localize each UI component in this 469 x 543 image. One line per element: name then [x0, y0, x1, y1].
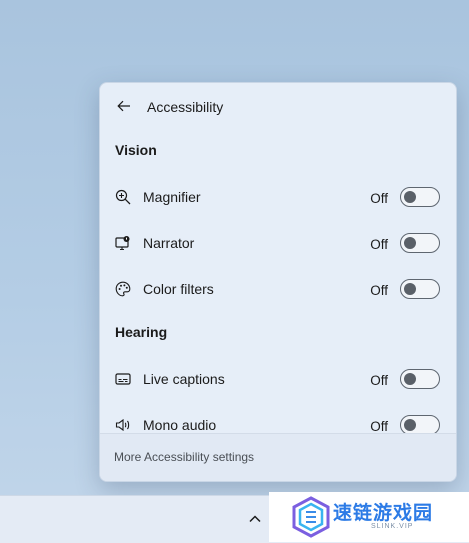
setting-row-narrator: Narrator Off: [100, 226, 456, 260]
magnifier-icon: [114, 188, 132, 206]
back-arrow-icon: [117, 100, 130, 112]
flyout-footer: More Accessibility settings: [100, 433, 456, 481]
more-accessibility-settings-link[interactable]: More Accessibility settings: [114, 450, 254, 464]
watermark: 速链游戏园 SLINK.VIP: [269, 492, 469, 542]
setting-label: Narrator: [143, 235, 195, 251]
accessibility-flyout: Accessibility Vision Magnifier Off Narra…: [99, 82, 457, 482]
mono-audio-toggle[interactable]: [400, 415, 440, 435]
chevron-up-icon[interactable]: [246, 511, 264, 527]
live-captions-toggle[interactable]: [400, 369, 440, 389]
watermark-text: 速链游戏园: [333, 503, 434, 524]
setting-label: Mono audio: [143, 417, 217, 433]
setting-label: Magnifier: [143, 189, 201, 205]
flyout-header: Accessibility: [100, 83, 456, 129]
section-title-hearing: Hearing: [115, 324, 168, 340]
watermark-logo: [292, 496, 330, 538]
toggle-knob: [404, 283, 416, 295]
magnifier-toggle[interactable]: [400, 187, 440, 207]
setting-state: Off: [370, 191, 388, 206]
live-captions-icon: [114, 370, 132, 388]
setting-row-color-filters: Color filters Off: [100, 272, 456, 306]
section-title-vision: Vision: [115, 142, 157, 158]
color-filters-icon: [114, 280, 132, 298]
mono-audio-icon: [114, 416, 132, 434]
color-filters-toggle[interactable]: [400, 279, 440, 299]
setting-state: Off: [370, 237, 388, 252]
flyout-title: Accessibility: [147, 99, 224, 115]
setting-row-magnifier: Magnifier Off: [100, 180, 456, 214]
toggle-knob: [404, 419, 416, 431]
toggle-knob: [404, 237, 416, 249]
narrator-toggle[interactable]: [400, 233, 440, 253]
toggle-knob: [404, 191, 416, 203]
setting-state: Off: [370, 419, 388, 434]
setting-state: Off: [370, 283, 388, 298]
narrator-icon: [114, 234, 132, 252]
setting-label: Live captions: [143, 371, 225, 387]
setting-row-live-captions: Live captions Off: [100, 362, 456, 396]
toggle-knob: [404, 373, 416, 385]
setting-label: Color filters: [143, 281, 214, 297]
back-button[interactable]: [114, 96, 134, 116]
setting-state: Off: [370, 373, 388, 388]
watermark-subtext: SLINK.VIP: [371, 523, 414, 530]
